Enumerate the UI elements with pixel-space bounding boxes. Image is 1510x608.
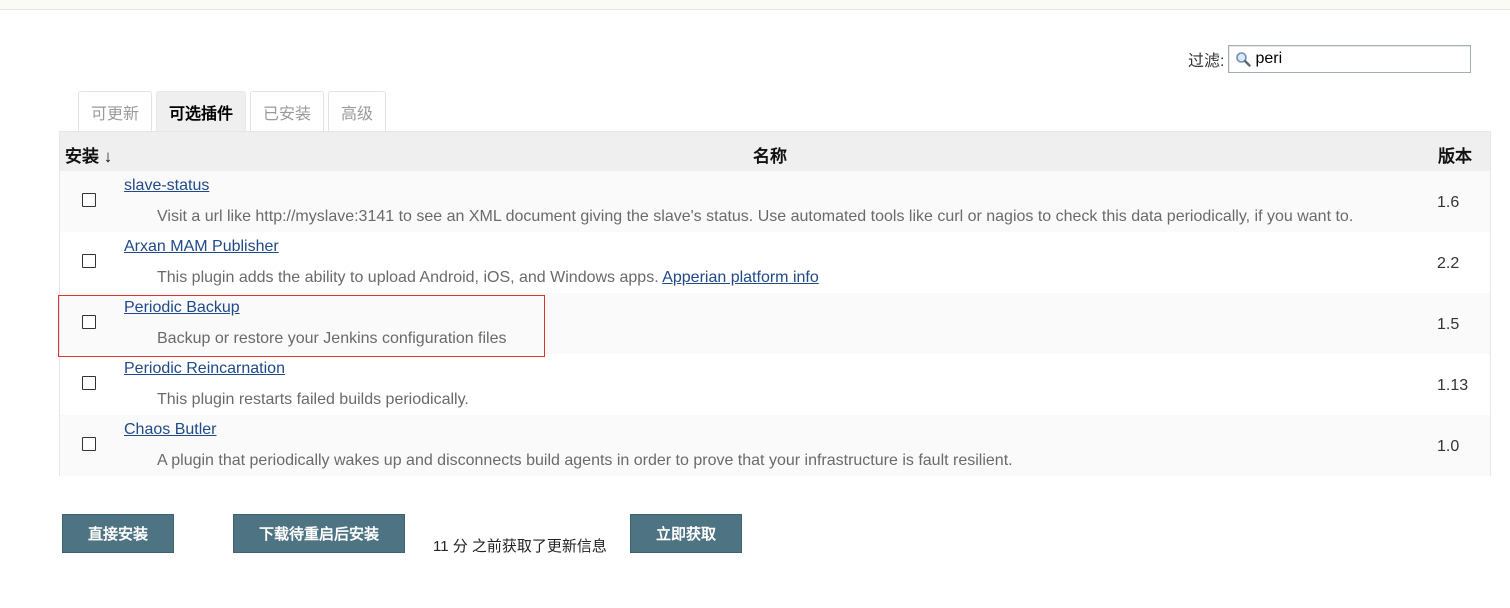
plugin-name-link[interactable]: slave-status [124,177,209,195]
plugin-table: 安装 ↓ 名称 版本 slave-status Visit a url like… [59,131,1491,476]
plugin-name-link[interactable]: Chaos Butler [124,421,217,439]
plugin-description: This plugin adds the ability to upload A… [157,269,819,287]
install-checkbox[interactable] [82,315,96,329]
apperian-info-link[interactable]: Apperian platform info [662,269,819,286]
fetch-now-button[interactable]: 立即获取 [630,514,742,553]
filter-input[interactable] [1253,50,1456,68]
filter-field[interactable] [1228,45,1472,73]
plugin-description: Visit a url like http://myslave:3141 to … [157,208,1354,225]
install-checkbox[interactable] [82,254,96,268]
top-bar [0,0,1510,10]
plugin-tabs: 可更新 可选插件 已安装 高级 [78,91,390,131]
table-row: Chaos Butler A plugin that periodically … [60,415,1490,476]
plugin-name-link[interactable]: Periodic Reincarnation [124,360,285,378]
install-checkbox[interactable] [82,437,96,451]
update-status-text: 11 分 之前获取了更新信息 [433,538,607,555]
filter-label: 过滤: [1188,53,1225,70]
plugin-description-text: This plugin adds the ability to upload A… [157,269,663,286]
table-header: 安装 ↓ 名称 版本 [60,132,1490,171]
download-restart-install-button[interactable]: 下载待重启后安装 [233,514,405,553]
filter-group: 过滤: [1188,44,1472,74]
column-header-name[interactable]: 名称 [753,142,787,167]
tab-advanced[interactable]: 高级 [328,91,387,131]
column-header-version[interactable]: 版本 [1438,142,1472,167]
plugin-version: 1.0 [1437,438,1460,455]
tab-installed[interactable]: 已安装 [250,91,325,131]
plugin-description: A plugin that periodically wakes up and … [157,452,1013,469]
install-now-button[interactable]: 直接安装 [62,514,174,553]
tab-available[interactable]: 可选插件 [156,91,247,131]
plugin-name-link[interactable]: Arxan MAM Publisher [124,238,279,256]
search-icon [1233,49,1253,69]
table-row: Periodic Reincarnation This plugin resta… [60,354,1490,415]
plugin-name-link[interactable]: Periodic Backup [124,299,240,317]
plugin-version: 2.2 [1437,255,1460,272]
plugin-description: This plugin restarts failed builds perio… [157,391,469,408]
plugin-version: 1.5 [1437,316,1460,333]
plugin-version: 1.6 [1437,194,1460,211]
column-header-install[interactable]: 安装 ↓ [65,142,112,167]
plugin-version: 1.13 [1437,377,1469,394]
table-row: Arxan MAM Publisher This plugin adds the… [60,232,1490,293]
plugin-description: Backup or restore your Jenkins configura… [157,330,507,347]
table-row: Periodic Backup Backup or restore your J… [60,293,1490,354]
install-checkbox[interactable] [82,193,96,207]
table-row: slave-status Visit a url like http://mys… [60,171,1490,232]
tab-updates[interactable]: 可更新 [78,91,153,131]
install-checkbox[interactable] [82,376,96,390]
